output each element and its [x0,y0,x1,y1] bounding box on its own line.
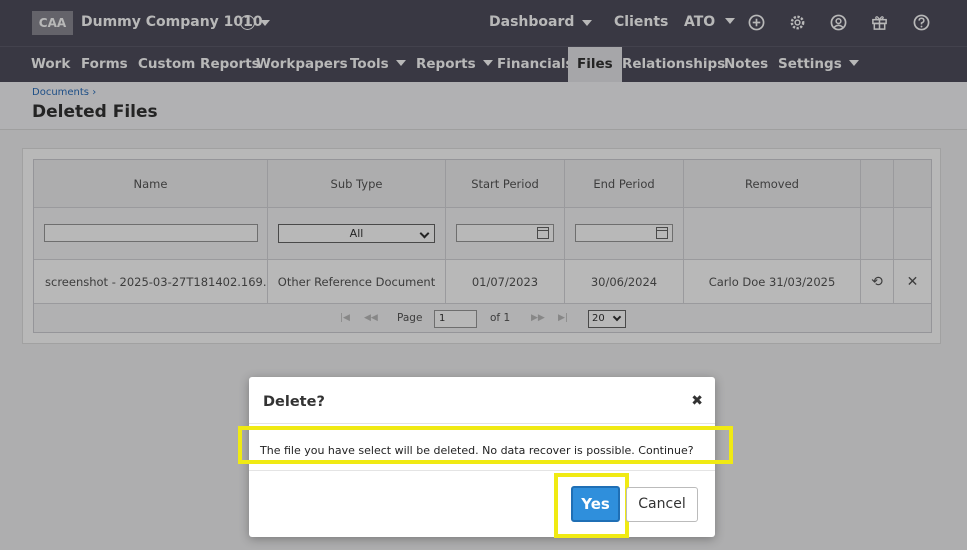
dialog-divider [249,470,715,471]
dialog-divider [249,423,715,424]
close-icon[interactable]: ✖ [691,393,703,409]
cancel-button[interactable]: Cancel [626,487,698,522]
yes-highlight-box [554,473,629,538]
message-highlight-box [238,426,733,464]
dialog-title: Delete? [263,394,325,410]
